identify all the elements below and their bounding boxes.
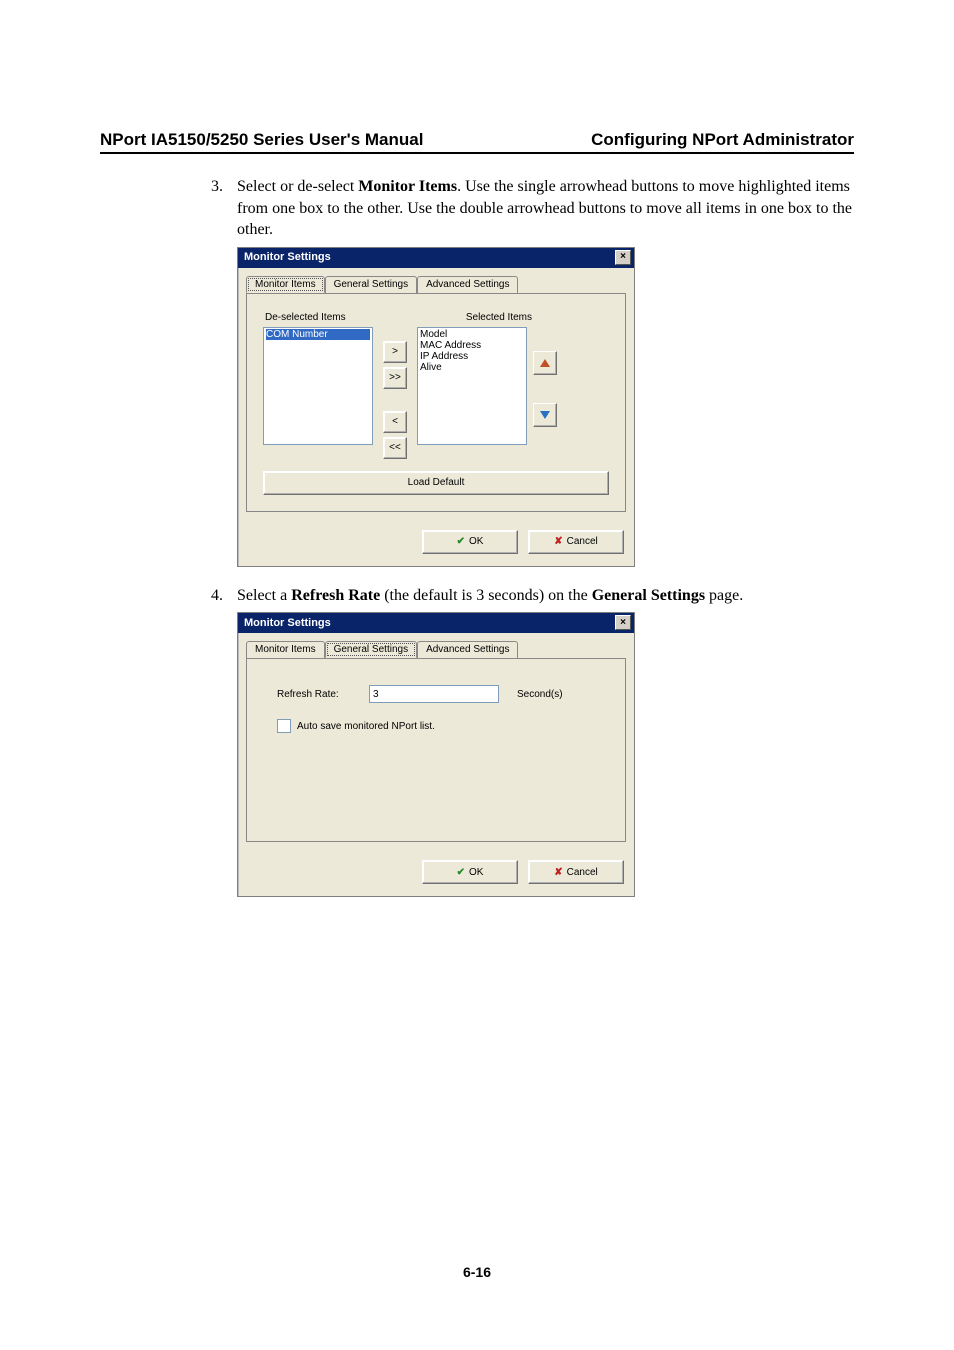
step-3: 3. Select or de-select Monitor Items. Us… — [195, 176, 854, 241]
step-4: 4. Select a Refresh Rate (the default is… — [195, 585, 854, 607]
cancel-label: Cancel — [567, 867, 598, 878]
move-right-button[interactable]: > — [383, 341, 407, 363]
close-icon[interactable]: × — [615, 250, 631, 265]
refresh-rate-label: Refresh Rate: — [277, 689, 369, 700]
close-icon[interactable]: × — [615, 615, 631, 630]
page-header: NPort IA5150/5250 Series User's Manual C… — [100, 130, 854, 154]
step-4-text: Select a Refresh Rate (the default is 3 … — [237, 585, 854, 607]
move-left-button[interactable]: < — [383, 411, 407, 433]
list-item[interactable]: Alive — [420, 362, 524, 373]
move-all-right-button[interactable]: >> — [383, 367, 407, 389]
tab-monitor-items[interactable]: Monitor Items — [246, 641, 325, 658]
dialog-footer: ✔ OK ✘ Cancel — [238, 852, 634, 896]
seconds-label: Second(s) — [517, 689, 563, 700]
deselected-label: De-selected Items — [265, 312, 346, 323]
tab-advanced-settings[interactable]: Advanced Settings — [417, 276, 518, 293]
tab-advanced-settings[interactable]: Advanced Settings — [417, 641, 518, 658]
step4-p2: (the default is 3 seconds) on the — [380, 587, 592, 604]
tab-monitor-items[interactable]: Monitor Items — [246, 276, 325, 293]
step3-pre: Select or de-select — [237, 178, 358, 195]
tab-panel-general: Refresh Rate: Second(s) Auto save monito… — [246, 658, 626, 842]
dialog-titlebar: Monitor Settings × — [238, 248, 634, 268]
list-item[interactable]: MAC Address — [420, 340, 524, 351]
ok-label: OK — [469, 867, 483, 878]
deselected-listbox[interactable]: COM Number — [263, 327, 373, 445]
dialog-title-text: Monitor Settings — [244, 617, 331, 629]
tab-general-settings[interactable]: General Settings — [325, 276, 418, 293]
step-4-number: 4. — [195, 585, 237, 607]
check-icon: ✔ — [457, 867, 465, 878]
ok-label: OK — [469, 536, 483, 547]
selected-label: Selected Items — [466, 312, 532, 323]
load-default-button[interactable]: Load Default — [263, 471, 609, 495]
move-up-icon[interactable] — [533, 351, 557, 375]
dialog-title-text: Monitor Settings — [244, 251, 331, 263]
step3-bold: Monitor Items — [358, 178, 457, 195]
cancel-button[interactable]: ✘ Cancel — [528, 860, 624, 884]
cancel-label: Cancel — [567, 536, 598, 547]
autosave-checkbox[interactable] — [277, 719, 291, 733]
cancel-button[interactable]: ✘ Cancel — [528, 530, 624, 554]
list-item[interactable]: Model — [420, 329, 524, 340]
dialog-footer: ✔ OK ✘ Cancel — [238, 522, 634, 566]
x-icon: ✘ — [554, 536, 562, 547]
step4-b1: Refresh Rate — [291, 587, 380, 604]
header-left: NPort IA5150/5250 Series User's Manual — [100, 130, 423, 150]
move-all-left-button[interactable]: << — [383, 437, 407, 459]
check-icon: ✔ — [457, 536, 465, 547]
list-item[interactable]: IP Address — [420, 351, 524, 362]
monitor-settings-dialog-1: Monitor Settings × Monitor Items General… — [237, 247, 635, 567]
step4-p1: Select a — [237, 587, 291, 604]
tab-panel-monitor: De-selected Items Selected Items COM Num… — [246, 293, 626, 512]
refresh-rate-input[interactable] — [369, 685, 499, 703]
step-3-number: 3. — [195, 176, 237, 241]
dialog-titlebar: Monitor Settings × — [238, 613, 634, 633]
step-3-text: Select or de-select Monitor Items. Use t… — [237, 176, 854, 241]
tab-strip: Monitor Items General Settings Advanced … — [246, 276, 626, 294]
ok-button[interactable]: ✔ OK — [422, 530, 518, 554]
header-right: Configuring NPort Administrator — [591, 130, 854, 150]
step4-b2: General Settings — [592, 587, 705, 604]
autosave-label: Auto save monitored NPort list. — [297, 721, 435, 732]
step4-p3: page. — [705, 587, 743, 604]
page-number: 6-16 — [0, 1264, 954, 1280]
tab-general-settings[interactable]: General Settings — [325, 641, 418, 658]
monitor-settings-dialog-2: Monitor Settings × Monitor Items General… — [237, 612, 635, 897]
list-item[interactable]: COM Number — [266, 329, 370, 340]
selected-listbox[interactable]: Model MAC Address IP Address Alive — [417, 327, 527, 445]
ok-button[interactable]: ✔ OK — [422, 860, 518, 884]
move-down-icon[interactable] — [533, 403, 557, 427]
tab-strip: Monitor Items General Settings Advanced … — [246, 641, 626, 659]
x-icon: ✘ — [554, 867, 562, 878]
